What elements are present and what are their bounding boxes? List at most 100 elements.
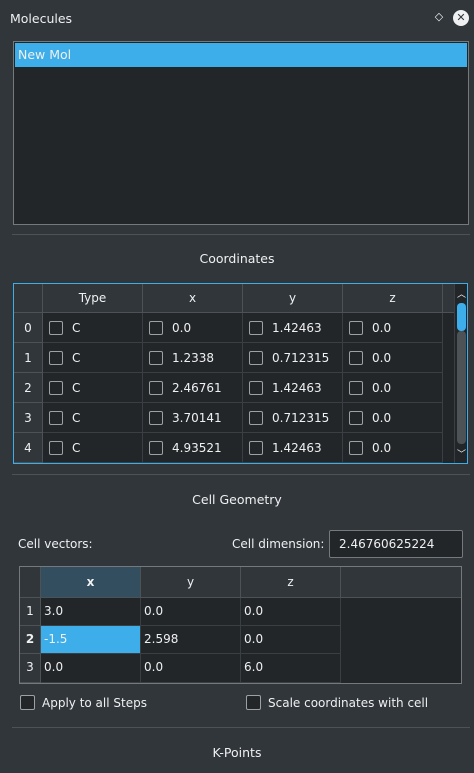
vector-x-cell[interactable]: 0.0 (41, 654, 141, 683)
x-cell[interactable]: 0.0 (143, 313, 243, 343)
type-checkbox[interactable] (49, 320, 63, 335)
vector-y-cell[interactable]: 2.598 (141, 626, 241, 654)
y-fixed-checkbox[interactable] (249, 320, 263, 335)
scale-coordinates-label[interactable]: Scale coordinates with cell (268, 696, 428, 710)
column-header-z[interactable]: z (241, 567, 341, 598)
vector-z-cell[interactable]: 6.0 (241, 654, 341, 683)
type-checkbox[interactable] (49, 410, 63, 425)
y-fixed-checkbox[interactable] (249, 350, 263, 365)
column-header-x[interactable]: x (41, 567, 141, 598)
x-value: 4.93521 (172, 440, 222, 455)
column-header-y[interactable]: y (141, 567, 241, 598)
z-value: 0.0 (372, 350, 392, 365)
type-cell[interactable]: C (43, 403, 143, 433)
scroll-down-icon[interactable]: ﹀ (455, 447, 467, 460)
vector-x-cell[interactable]: 3.0 (41, 598, 141, 626)
x-cell[interactable]: 1.2338 (143, 343, 243, 373)
coordinates-table[interactable]: Type x y z 0 C 0.0 1.42463 0.0 1 C 1.233… (13, 283, 468, 464)
corner-header[interactable] (20, 567, 41, 598)
row-header-3[interactable]: 3 (14, 403, 43, 433)
type-checkbox[interactable] (49, 440, 63, 455)
molecule-list-item[interactable]: New Mol (15, 43, 467, 67)
kpoints-section-title: K-Points (212, 745, 262, 760)
close-icon[interactable]: ✕ (453, 10, 469, 26)
y-cell[interactable]: 1.42463 (243, 373, 343, 403)
x-fixed-checkbox[interactable] (149, 410, 163, 425)
y-cell[interactable]: 1.42463 (243, 313, 343, 343)
cell-vectors-table[interactable]: x y z 1 3.0 0.0 0.0 2 -1.5 2.598 0.0 3 0… (19, 566, 462, 684)
y-cell[interactable]: 0.712315 (243, 403, 343, 433)
z-value: 0.0 (372, 380, 392, 395)
z-cell[interactable]: 0.0 (343, 433, 443, 463)
type-cell[interactable]: C (43, 343, 143, 373)
corner-header[interactable] (14, 284, 43, 313)
type-checkbox[interactable] (49, 380, 63, 395)
molecule-list[interactable]: New Mol (13, 41, 469, 225)
y-fixed-checkbox[interactable] (249, 410, 263, 425)
type-cell[interactable]: C (43, 433, 143, 463)
x-cell[interactable]: 4.93521 (143, 433, 243, 463)
vector-y-cell[interactable]: 0.0 (141, 654, 241, 683)
row-header-2[interactable]: 2 (14, 373, 43, 403)
type-value: C (72, 440, 81, 455)
dock-title: Molecules (10, 11, 73, 26)
type-cell[interactable]: C (43, 313, 143, 343)
type-cell[interactable]: C (43, 373, 143, 403)
vector-y-cell[interactable]: 0.0 (141, 598, 241, 626)
x-fixed-checkbox[interactable] (149, 380, 163, 395)
row-header-2[interactable]: 2 (20, 626, 41, 654)
column-header-x[interactable]: x (143, 284, 243, 313)
scale-coordinates-option[interactable]: Scale coordinates with cell (246, 695, 428, 710)
x-cell[interactable]: 3.70141 (143, 403, 243, 433)
y-fixed-checkbox[interactable] (249, 380, 263, 395)
row-header-0[interactable]: 0 (14, 313, 43, 343)
scrollbar-thumb[interactable] (457, 303, 466, 331)
divider (12, 234, 470, 235)
y-cell[interactable]: 0.712315 (243, 343, 343, 373)
scroll-up-icon[interactable]: ︿ (455, 287, 467, 300)
x-value: 0.0 (172, 320, 192, 335)
z-value: 0.0 (372, 440, 392, 455)
column-header-y[interactable]: y (243, 284, 343, 313)
y-value: 0.712315 (272, 410, 330, 425)
y-cell[interactable]: 1.42463 (243, 433, 343, 463)
column-header-type[interactable]: Type (43, 284, 143, 313)
vertical-scrollbar[interactable]: ︿ ﹀ (454, 284, 467, 463)
row-header-3[interactable]: 3 (20, 654, 41, 683)
apply-all-steps-label[interactable]: Apply to all Steps (42, 696, 147, 710)
cell-dimension-label: Cell dimension: (232, 537, 325, 551)
scrollbar-track[interactable] (457, 331, 466, 444)
type-value: C (72, 410, 81, 425)
z-cell[interactable]: 0.0 (343, 343, 443, 373)
y-value: 0.712315 (272, 350, 330, 365)
scale-coordinates-checkbox[interactable] (246, 695, 261, 710)
coordinates-section-title: Coordinates (199, 251, 275, 266)
x-fixed-checkbox[interactable] (149, 320, 163, 335)
header-filler (341, 567, 461, 598)
type-checkbox[interactable] (49, 350, 63, 365)
float-icon[interactable]: ◇ (432, 10, 446, 26)
z-cell[interactable]: 0.0 (343, 373, 443, 403)
apply-all-steps-checkbox[interactable] (20, 695, 35, 710)
x-fixed-checkbox[interactable] (149, 350, 163, 365)
column-header-z[interactable]: z (343, 284, 443, 313)
x-cell[interactable]: 2.46761 (143, 373, 243, 403)
z-fixed-checkbox[interactable] (349, 350, 363, 365)
row-header-1[interactable]: 1 (20, 598, 41, 626)
x-fixed-checkbox[interactable] (149, 440, 163, 455)
vector-x-cell-selected[interactable]: -1.5 (41, 626, 141, 654)
row-header-1[interactable]: 1 (14, 343, 43, 373)
cell-dimension-input[interactable]: 2.46760625224 (329, 530, 463, 558)
y-fixed-checkbox[interactable] (249, 440, 263, 455)
vector-z-cell[interactable]: 0.0 (241, 598, 341, 626)
z-fixed-checkbox[interactable] (349, 380, 363, 395)
z-fixed-checkbox[interactable] (349, 440, 363, 455)
z-fixed-checkbox[interactable] (349, 410, 363, 425)
z-cell[interactable]: 0.0 (343, 403, 443, 433)
z-cell[interactable]: 0.0 (343, 313, 443, 343)
row-header-4[interactable]: 4 (14, 433, 43, 463)
x-value: 1.2338 (172, 350, 214, 365)
vector-z-cell[interactable]: 0.0 (241, 626, 341, 654)
z-fixed-checkbox[interactable] (349, 320, 363, 335)
apply-all-steps-option[interactable]: Apply to all Steps (20, 695, 147, 710)
